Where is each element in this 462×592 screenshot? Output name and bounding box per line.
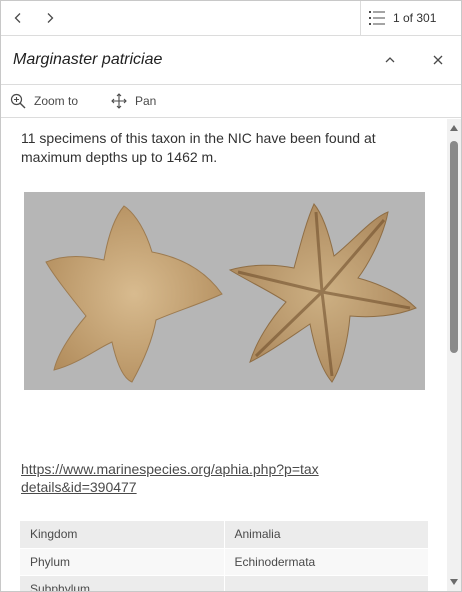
attribute-key: Kingdom bbox=[20, 521, 225, 549]
popup-header: Marginaster patriciae bbox=[1, 36, 461, 85]
worms-link[interactable]: https://www.marinespecies.org/aphia.php?… bbox=[21, 460, 321, 496]
chevron-up-icon bbox=[385, 57, 395, 63]
pan-label: Pan bbox=[135, 94, 157, 108]
content-scrollbar[interactable] bbox=[447, 119, 461, 591]
list-icon bbox=[369, 11, 385, 25]
scroll-down-button[interactable] bbox=[447, 575, 461, 589]
table-row: Kingdom Animalia bbox=[20, 521, 428, 549]
scroll-thumb[interactable] bbox=[450, 141, 458, 353]
pan-button[interactable]: Pan bbox=[111, 85, 156, 117]
next-feature-button[interactable] bbox=[34, 1, 66, 35]
actions-bar: Zoom to Pan bbox=[1, 85, 461, 118]
attribute-value: Echinodermata bbox=[224, 548, 428, 576]
table-row: Phylum Echinodermata bbox=[20, 548, 428, 576]
attribute-key: Subphylum bbox=[20, 575, 225, 591]
scroll-up-button[interactable] bbox=[447, 121, 461, 135]
species-description: 11 specimens of this taxon in the NIC ha… bbox=[21, 130, 376, 165]
previous-feature-button[interactable] bbox=[2, 1, 34, 35]
feature-menu-button[interactable]: 1 of 301 bbox=[360, 1, 461, 35]
pager-bar: 1 of 301 bbox=[1, 1, 461, 36]
table-row: Subphylum bbox=[20, 575, 428, 591]
close-icon bbox=[433, 55, 443, 65]
starfish-dorsal bbox=[45, 205, 223, 383]
attribute-key: Phylum bbox=[20, 548, 225, 576]
specimen-photo bbox=[24, 192, 425, 390]
chevron-right-icon bbox=[47, 13, 54, 23]
zoom-to-label: Zoom to bbox=[34, 94, 79, 108]
triangle-down-icon bbox=[450, 579, 458, 585]
attribute-value: Animalia bbox=[224, 521, 428, 549]
zoom-to-button[interactable]: Zoom to bbox=[10, 85, 78, 117]
collapse-button[interactable] bbox=[375, 45, 405, 75]
pan-icon bbox=[111, 93, 127, 109]
zoom-in-icon bbox=[10, 93, 26, 109]
popup-title: Marginaster patriciae bbox=[13, 51, 163, 68]
close-button[interactable] bbox=[423, 45, 453, 75]
feature-count: 1 of 301 bbox=[393, 11, 437, 25]
attribute-table: Kingdom Animalia Phylum Echinodermata Su… bbox=[20, 521, 428, 591]
chevron-left-icon bbox=[14, 13, 21, 23]
triangle-up-icon bbox=[450, 125, 458, 131]
popup-content: 11 specimens of this taxon in the NIC ha… bbox=[1, 119, 447, 591]
popup-panel: 1 of 301 Marginaster patriciae Zoom to P… bbox=[0, 0, 462, 592]
attribute-value bbox=[224, 575, 428, 591]
